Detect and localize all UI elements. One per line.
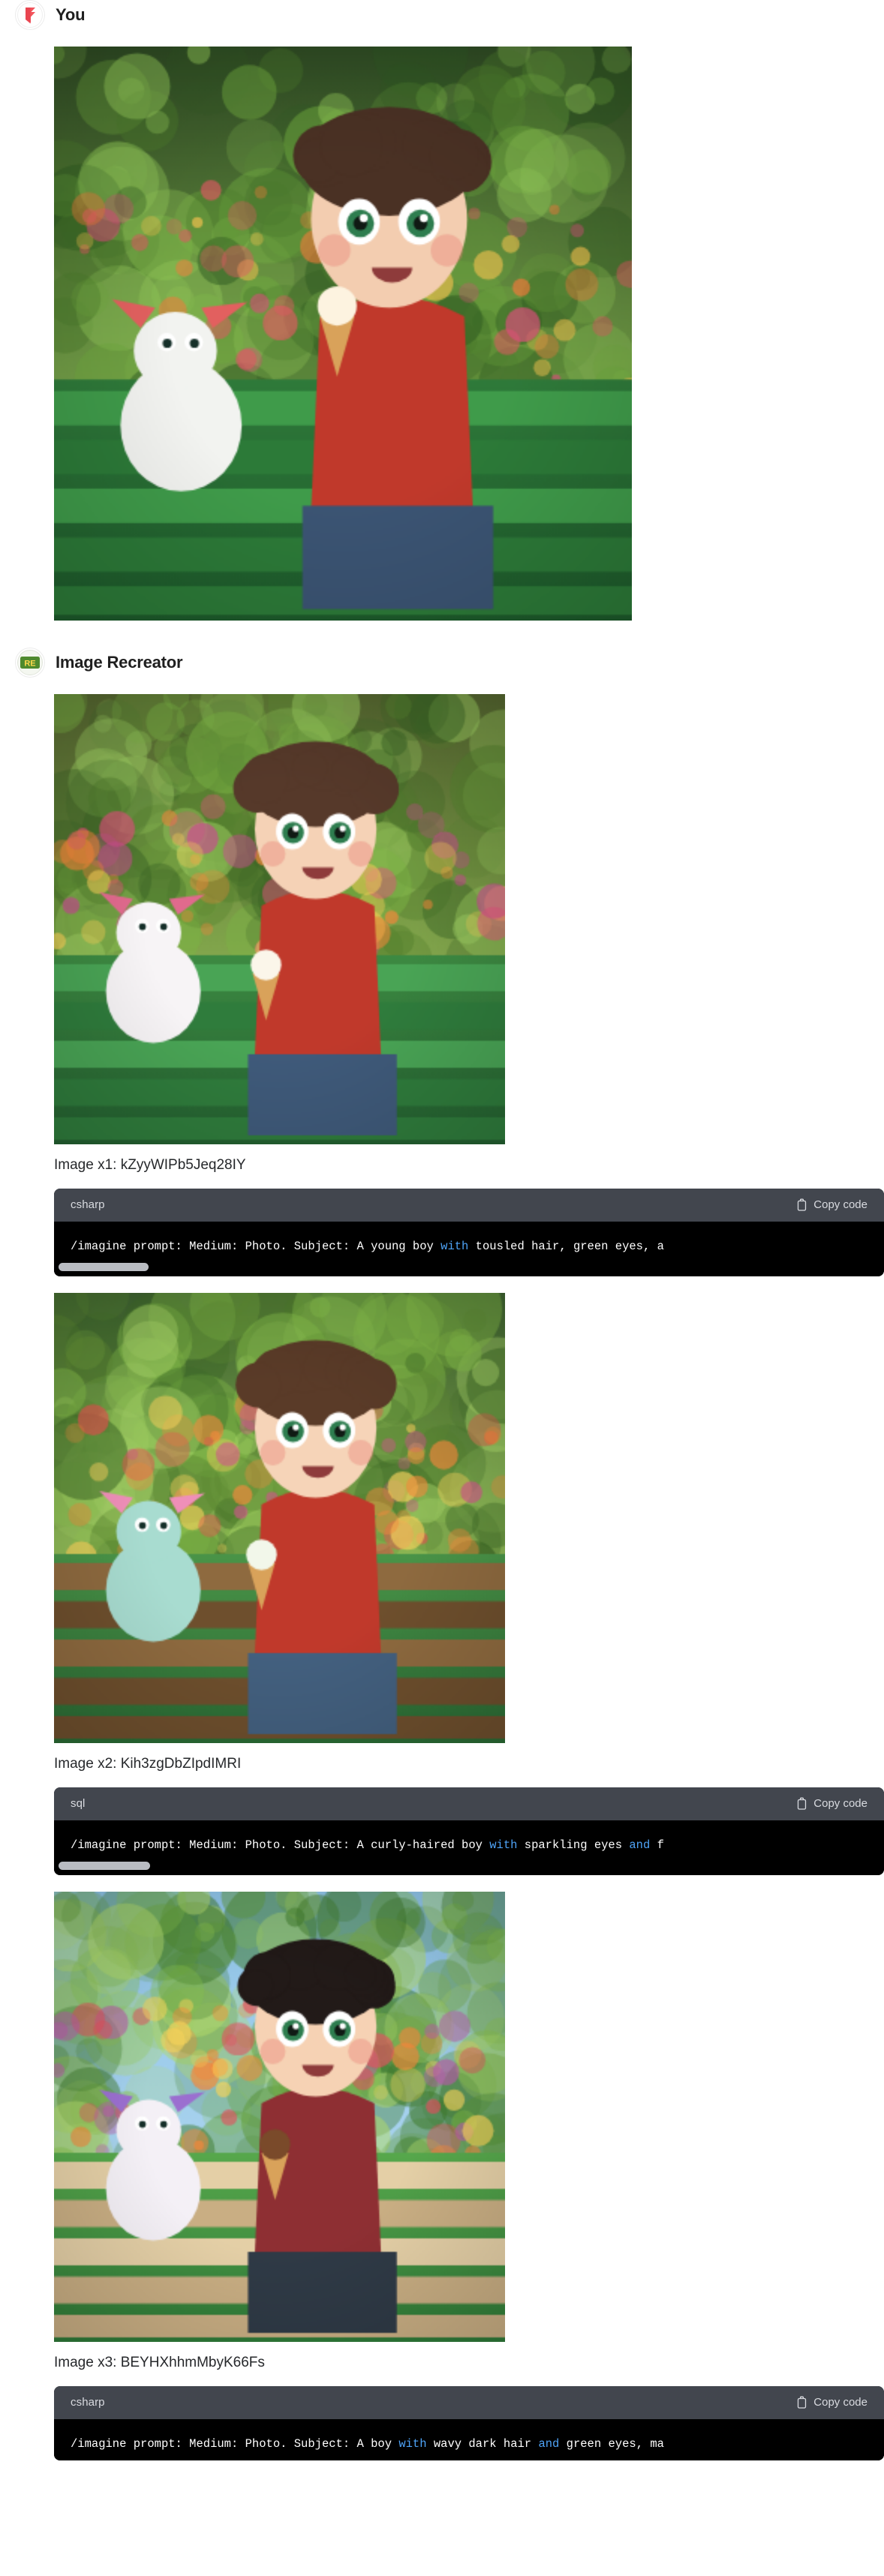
- image-caption-3: Image x3: BEYHXhhmMbyK66Fs: [54, 2354, 265, 2370]
- recreator-logo-icon: RE: [15, 648, 45, 678]
- code-block-1: csharp Copy code /imagine prompt: Medium…: [54, 1188, 884, 1276]
- bottom-spacer: [54, 2460, 884, 2483]
- code-language-label: csharp: [71, 2396, 105, 2409]
- user-uploaded-image[interactable]: [54, 47, 632, 621]
- scrollbar-thumb[interactable]: [59, 1861, 150, 1870]
- image-caption-1: Image x1: kZyyWIPb5Jeq28IY: [54, 1157, 246, 1173]
- code-line: /imagine prompt: Medium: Photo. Subject:…: [71, 2436, 664, 2451]
- code-block-2: sql Copy code /imagine prompt: Medium: P…: [54, 1787, 884, 1875]
- code-block-3: csharp Copy code /imagine prompt: Medium…: [54, 2385, 884, 2460]
- image-caption-2: Image x2: Kih3zgDbZIpdIMRI: [54, 1755, 242, 1772]
- code-language-label: sql: [71, 1797, 86, 1811]
- copy-code-button[interactable]: Copy code: [796, 2396, 867, 2409]
- code-line: /imagine prompt: Medium: Photo. Subject:…: [71, 1239, 664, 1253]
- message-author: Image Recreator: [56, 653, 183, 672]
- copy-code-label: Copy code: [813, 1797, 867, 1811]
- svg-text:RE: RE: [24, 660, 35, 669]
- generated-image-3[interactable]: [54, 1891, 505, 2342]
- message-user: You: [0, 0, 884, 621]
- horizontal-scrollbar[interactable]: [54, 1262, 884, 1276]
- code-block-header: csharp Copy code: [54, 2385, 884, 2419]
- horizontal-scrollbar[interactable]: [54, 1861, 884, 1875]
- message-header: RE Image Recreator: [0, 648, 884, 678]
- message-body: [0, 47, 884, 621]
- flux-logo-icon: [15, 0, 45, 30]
- chat-transcript: You RE Image Recreator Image x1: kZyyWIP…: [0, 0, 884, 2483]
- message-body: Image x1: kZyyWIPb5Jeq28IY csharp Copy c…: [0, 694, 884, 2483]
- code-block-header: csharp Copy code: [54, 1188, 884, 1222]
- code-content[interactable]: /imagine prompt: Medium: Photo. Subject:…: [54, 2418, 884, 2460]
- message-header: You: [0, 0, 884, 30]
- clipboard-icon: [796, 2396, 807, 2409]
- code-content[interactable]: /imagine prompt: Medium: Photo. Subject:…: [54, 1221, 884, 1263]
- clipboard-icon: [796, 1198, 807, 1211]
- clipboard-icon: [796, 1797, 807, 1810]
- copy-code-button[interactable]: Copy code: [796, 1797, 867, 1810]
- copy-code-label: Copy code: [813, 2396, 867, 2409]
- scrollbar-thumb[interactable]: [59, 1262, 149, 1271]
- message-author: You: [56, 5, 86, 24]
- generated-image-2[interactable]: [54, 1292, 505, 1743]
- message-assistant: RE Image Recreator Image x1: kZyyWIPb5Je…: [0, 648, 884, 2483]
- code-line: /imagine prompt: Medium: Photo. Subject:…: [71, 1838, 664, 1852]
- code-block-header: sql Copy code: [54, 1787, 884, 1820]
- generated-image-1[interactable]: [54, 694, 505, 1144]
- code-content[interactable]: /imagine prompt: Medium: Photo. Subject:…: [54, 1820, 884, 1862]
- copy-code-label: Copy code: [813, 1198, 867, 1212]
- code-language-label: csharp: [71, 1198, 105, 1212]
- copy-code-button[interactable]: Copy code: [796, 1198, 867, 1211]
